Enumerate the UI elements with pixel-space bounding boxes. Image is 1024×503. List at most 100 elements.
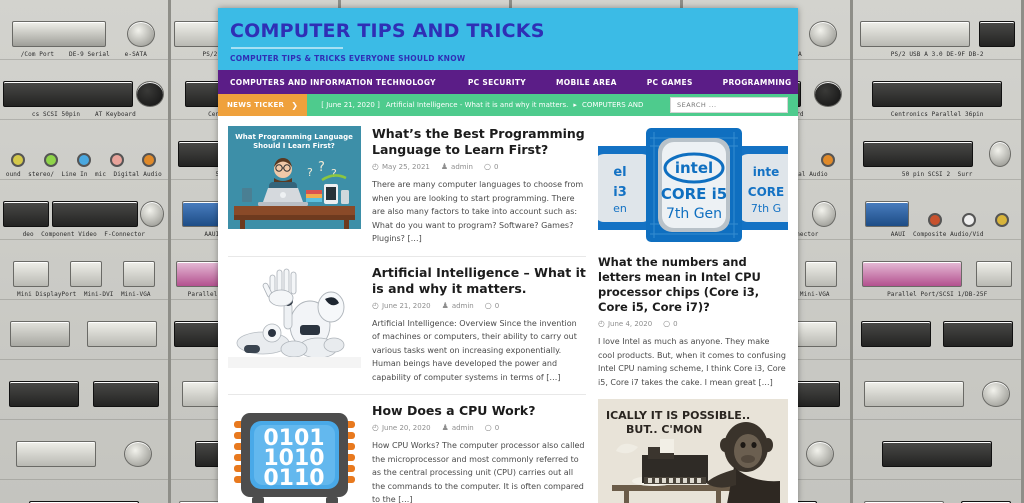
nav-item-computers-and-information-technology[interactable]: COMPUTERS AND INFORMATION TECHNOLOGY [230, 78, 450, 87]
wallpaper-row: 50 pin SCSI 2 Surr [853, 120, 1022, 180]
svg-text:i3: i3 [613, 185, 627, 200]
post-excerpt: How CPU Works? The computer processor al… [372, 441, 585, 503]
nav-item-mobile-area[interactable]: MOBILE AREA [556, 78, 631, 87]
wallpaper-row: deo Component Video F-Connector [0, 180, 168, 240]
user-icon: ♟ [440, 162, 449, 171]
svg-text:CORE: CORE [748, 185, 784, 199]
white-robot-icon [228, 264, 361, 368]
comment-icon: ○ [663, 319, 671, 328]
side-post-item[interactable]: el i3 en inte CORE 7th G intel CORE i5 7… [598, 124, 788, 389]
clock-icon: ◴ [372, 423, 379, 432]
svg-text:intel: intel [675, 159, 713, 177]
post-author-text[interactable]: admin [452, 302, 474, 310]
clock-icon: ◴ [598, 319, 605, 328]
post-comment-count[interactable]: 0 [495, 424, 499, 432]
wallpaper-label: Mini DisplayPort Mini-DVI Mini-VGA [17, 291, 151, 298]
post-date: ◴ June 21, 2020 [372, 301, 431, 310]
svg-text:7th Gen: 7th Gen [666, 206, 722, 222]
news-ticker-headline[interactable]: Artificial Intelligence - What it is and… [386, 101, 569, 109]
news-ticker-label: NEWS TICKER ❯ [218, 94, 308, 116]
title-divider [231, 47, 343, 49]
post-meta: ◴ May 25, 2021 ♟ admin ○ 0 [372, 162, 586, 172]
wallpaper-row [853, 480, 1021, 503]
news-ticker-date: [ June 21, 2020 ] [321, 101, 380, 109]
wallpaper-label: cs SCSI 50pin AT Keyboard [31, 111, 136, 118]
post-item[interactable]: 0101 1010 0110 How Does a CPU Work? ◴ Ju… [228, 395, 586, 503]
post-author-text[interactable]: admin [452, 424, 474, 432]
site-title[interactable]: COMPUTER TIPS AND TRICKS [230, 20, 786, 42]
post-author: ♟ admin [442, 424, 474, 433]
post-date: ◴ June 20, 2020 [372, 423, 431, 433]
post-item[interactable]: What Programming Language Should I Learn… [228, 124, 586, 257]
site-masthead: COMPUTER TIPS AND TRICKS COMPUTER TIPS &… [218, 8, 798, 70]
intel-core-processors-icon: el i3 en inte CORE 7th G intel CORE i5 7… [598, 124, 788, 246]
wallpaper-row: Mini DisplayPort Mini-DVI Mini-VGA [0, 240, 168, 300]
post-item[interactable]: Artificial Intelligence – What it is and… [228, 257, 586, 395]
content-area: What Programming Language Should I Learn… [218, 116, 798, 503]
svg-text:ICALLY IT IS POSSIBLE..: ICALLY IT IS POSSIBLE.. [606, 409, 750, 422]
svg-text:?: ? [331, 167, 337, 180]
side-post-date: ◴ June 4, 2020 [598, 319, 652, 329]
clock-icon: ◴ [372, 162, 379, 171]
svg-text:0110: 0110 [263, 466, 324, 491]
post-thumbnail-white-robots[interactable] [228, 264, 361, 368]
wallpaper-row: Centronics Parallel 36pin [853, 60, 1022, 120]
wallpaper-row: PS/2 USB A 3.0 DE-9F DB-2 [853, 0, 1022, 60]
post-comments: ○ 0 [483, 162, 498, 172]
wallpaper-label: PS/2 USB A 3.0 DE-9F DB-2 [890, 51, 984, 58]
post-date-text: June 20, 2020 [381, 424, 431, 432]
wallpaper-row: cs SCSI 50pin AT Keyboard [0, 60, 168, 120]
wallpaper-label: /Com Port DE-9 Serial e-SATA [20, 51, 147, 58]
side-post-excerpt: I love Intel as much as anyone. They mak… [598, 337, 786, 387]
svg-text:CORE i5: CORE i5 [661, 185, 727, 203]
user-icon: ♟ [441, 300, 449, 310]
search-input[interactable] [670, 97, 788, 113]
post-excerpt: Artificial Intelligence: Overview Since … [372, 318, 577, 382]
side-post-thumbnail-chimp-typewriter[interactable]: ICALLY IT IS POSSIBLE.. BUT.. C'MON [598, 399, 788, 503]
wallpaper-row: AAUI Composite Audio/Vid [853, 180, 1022, 240]
nav-item-programming[interactable]: PROGRAMMING [723, 78, 798, 87]
wallpaper-row [853, 360, 1022, 420]
wallpaper-row [853, 300, 1022, 360]
post-title[interactable]: What’s the Best Programming Language to … [372, 126, 586, 158]
post-author-text[interactable]: admin [451, 163, 473, 171]
news-ticker[interactable]: NEWS TICKER ❯ [ June 21, 2020 ] Artifici… [218, 94, 798, 116]
wallpaper-row [0, 360, 168, 420]
side-post-comment-count[interactable]: 0 [673, 320, 677, 328]
wallpaper-row: Parallel Port/SCSI 1/DB-25F [853, 240, 1022, 300]
svg-text:inte: inte [753, 165, 780, 179]
post-meta: ◴ June 20, 2020 ♟ admin ○ 0 [372, 423, 586, 433]
desktop-background: /Com Port DE-9 Serial e-SATA cs SCSI 50p… [0, 0, 1024, 503]
post-comments: ○ 0 [485, 424, 499, 433]
triangle-right-icon: ▸ [573, 101, 577, 109]
website-window[interactable]: COMPUTER TIPS AND TRICKS COMPUTER TIPS &… [218, 8, 798, 503]
primary-navigation[interactable]: COMPUTERS AND INFORMATION TECHNOLOGY PC … [218, 70, 798, 94]
nav-item-pc-games[interactable]: PC GAMES [647, 78, 707, 87]
wallpaper-panel: /Com Port DE-9 Serial e-SATA cs SCSI 50p… [0, 0, 171, 503]
wallpaper-panel: PS/2 USB A 3.0 DE-9F DB-2 Centronics Par… [853, 0, 1024, 503]
wallpaper-row [0, 480, 168, 503]
wallpaper-row [0, 300, 168, 360]
news-ticker-category[interactable]: COMPUTERS AND [582, 101, 643, 109]
post-body: What’s the Best Programming Language to … [372, 126, 586, 246]
svg-text:?: ? [318, 160, 325, 175]
post-title[interactable]: How Does a CPU Work? [372, 403, 586, 419]
side-post-title[interactable]: What the numbers and letters mean in Int… [598, 255, 788, 315]
post-excerpt: There are many computer languages to cho… [372, 180, 584, 243]
post-comment-count[interactable]: 0 [494, 163, 498, 171]
wallpaper-label: AAUI Composite Audio/Vid [890, 231, 984, 238]
post-date-text: June 21, 2020 [381, 301, 431, 310]
svg-text:en: en [613, 202, 627, 215]
svg-text:?: ? [307, 166, 313, 179]
side-post-item[interactable]: ICALLY IT IS POSSIBLE.. BUT.. C'MON [598, 399, 788, 503]
comment-icon: ○ [483, 162, 491, 171]
post-title[interactable]: Artificial Intelligence – What it is and… [372, 265, 586, 297]
nav-item-pc-security[interactable]: PC SECURITY [468, 78, 540, 87]
site-tagline: COMPUTER TIPS & TRICKS EVERYONE SHOULD K… [230, 54, 466, 63]
post-thumbnail-programming-language[interactable]: What Programming Language Should I Learn… [228, 126, 361, 229]
post-comment-count[interactable]: 0 [495, 302, 499, 310]
chevron-right-icon[interactable]: ❯ [291, 101, 298, 110]
side-post-thumbnail-intel-cpus[interactable]: el i3 en inte CORE 7th G intel CORE i5 7… [598, 124, 788, 246]
post-thumbnail-cpu-chip[interactable]: 0101 1010 0110 [228, 403, 361, 503]
post-meta: ◴ June 21, 2020 ♟ admin ○ 0 [372, 300, 586, 310]
